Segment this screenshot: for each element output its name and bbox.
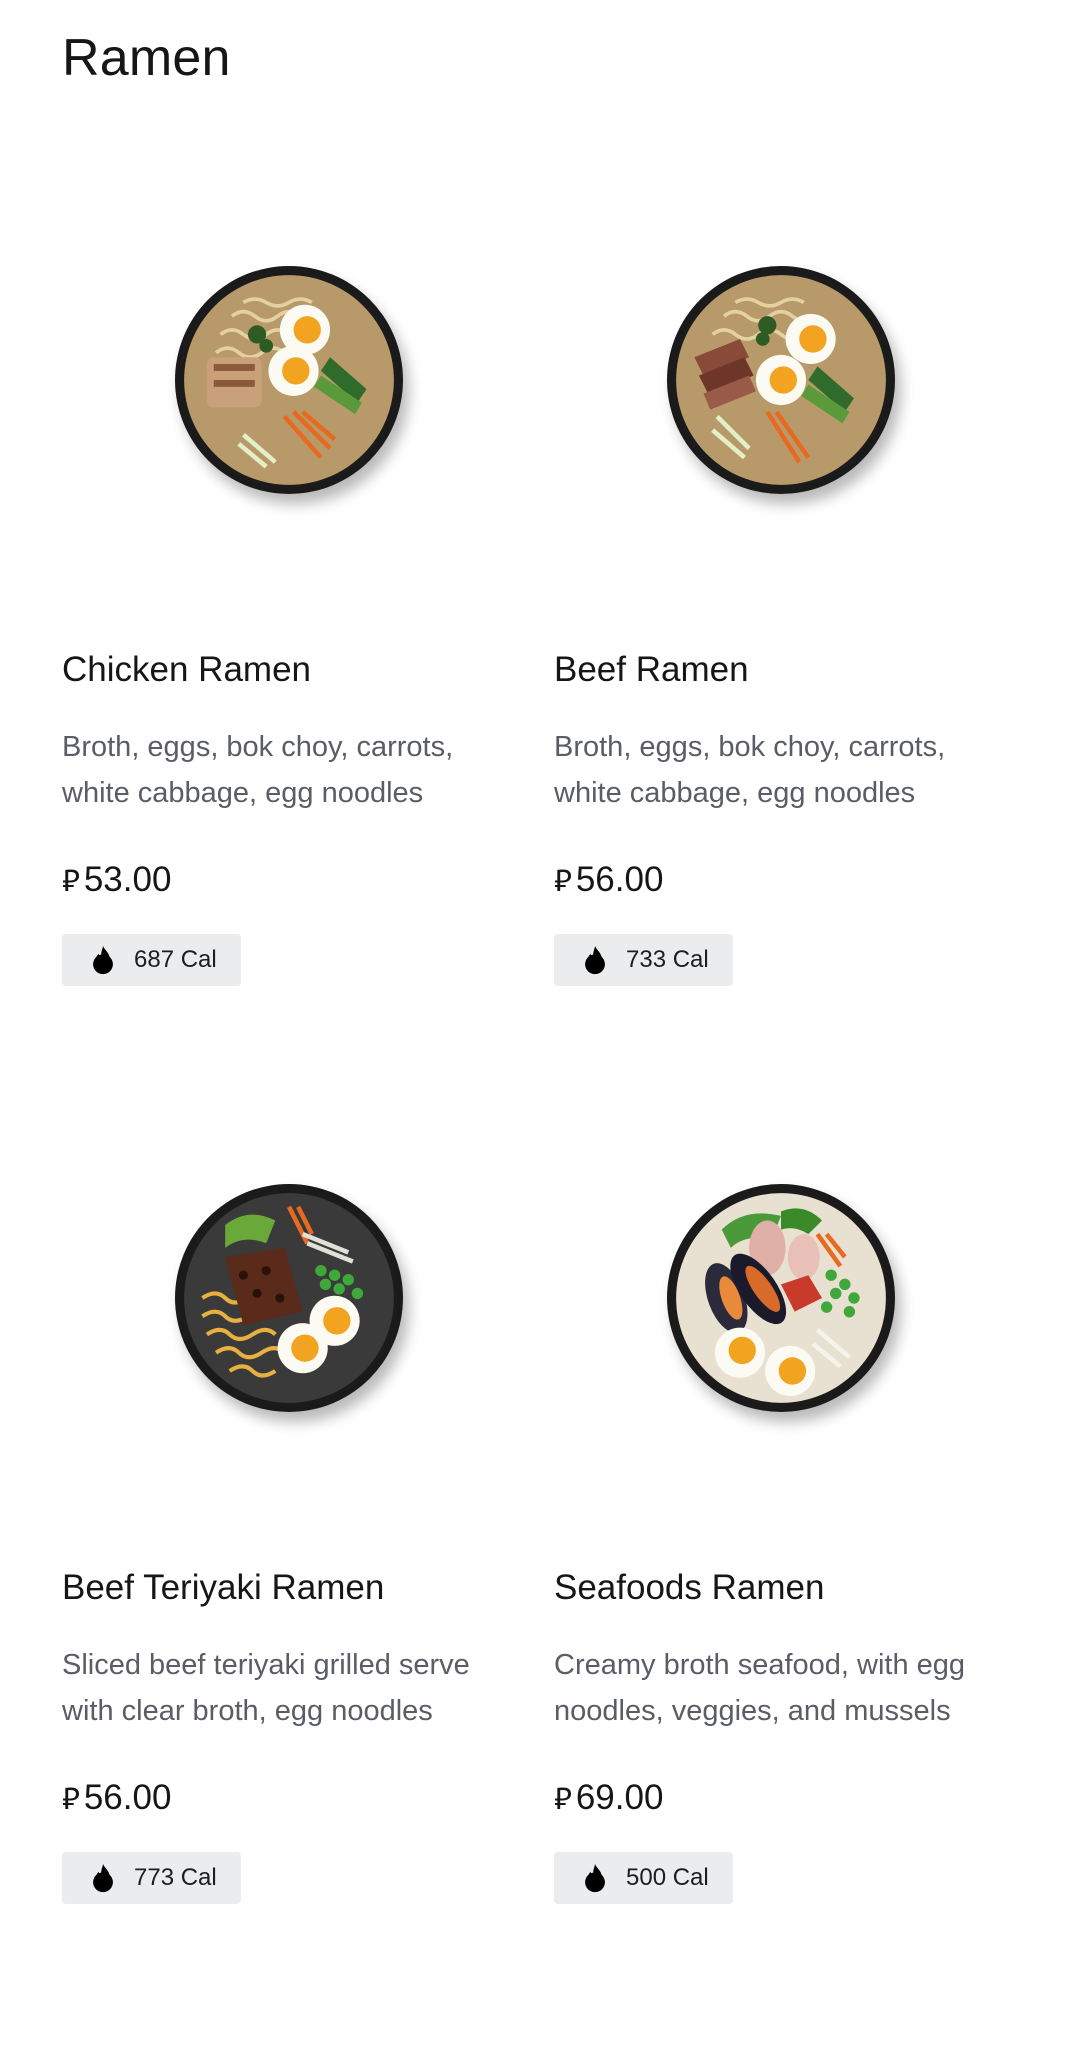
item-price: ⃁ 56.00: [554, 860, 663, 900]
currency-icon: ⃁: [62, 1781, 80, 1817]
menu-grid: Chicken Ramen Broth, eggs, bok choy, car…: [62, 150, 1008, 1986]
seafoods-ramen-bowl-image: [667, 1184, 895, 1412]
flame-icon: [93, 1863, 113, 1893]
flame-icon: [585, 1863, 605, 1893]
item-image[interactable]: [554, 1068, 1008, 1528]
currency-icon: ⃁: [554, 863, 572, 899]
item-image[interactable]: [554, 150, 1008, 610]
calories-badge: 500 Cal: [554, 1852, 733, 1904]
calories-badge: 687 Cal: [62, 934, 241, 986]
menu-page: Ramen Chicken Ramen Broth, eggs, bok cho…: [0, 0, 1070, 2048]
currency-icon: ⃁: [62, 863, 80, 899]
menu-item-card[interactable]: Beef Ramen Broth, eggs, bok choy, carrot…: [554, 150, 1008, 1068]
calories-value: 773 Cal: [134, 1864, 217, 1891]
chicken-ramen-bowl-image: [175, 266, 403, 494]
item-name: Beef Teriyaki Ramen: [62, 1568, 385, 1607]
beef-teriyaki-ramen-bowl-image: [175, 1184, 403, 1412]
flame-icon: [93, 945, 113, 975]
calories-badge: 773 Cal: [62, 1852, 241, 1904]
flame-icon: [585, 945, 605, 975]
currency-icon: ⃁: [554, 1781, 572, 1817]
calories-badge: 733 Cal: [554, 934, 733, 986]
item-description: Broth, eggs, bok choy, carrots, white ca…: [62, 731, 454, 809]
item-price-value: 53.00: [83, 860, 172, 899]
item-name: Chicken Ramen: [62, 650, 311, 689]
menu-item-card[interactable]: Chicken Ramen Broth, eggs, bok choy, car…: [62, 150, 554, 1068]
calories-value: 687 Cal: [134, 946, 217, 973]
section-title: Ramen: [62, 29, 231, 87]
item-price-value: 69.00: [575, 1778, 664, 1817]
beef-ramen-bowl-image: [667, 266, 895, 494]
item-description: Creamy broth seafood, with egg noodles, …: [554, 1649, 966, 1727]
menu-item-card[interactable]: Beef Teriyaki Ramen Sliced beef teriyaki…: [62, 1068, 554, 1986]
item-price: ⃁ 56.00: [62, 1778, 171, 1818]
item-image[interactable]: [62, 150, 516, 610]
item-price-value: 56.00: [83, 1778, 172, 1817]
item-name: Beef Ramen: [554, 650, 749, 689]
item-description: Broth, eggs, bok choy, carrots, white ca…: [554, 731, 946, 809]
item-price: ⃁ 53.00: [62, 860, 171, 900]
item-image[interactable]: [62, 1068, 516, 1528]
calories-value: 733 Cal: [626, 946, 709, 973]
item-description: Sliced beef teriyaki grilled serve with …: [62, 1649, 470, 1727]
calories-value: 500 Cal: [626, 1864, 709, 1891]
item-price-value: 56.00: [575, 860, 664, 899]
item-price: ⃁ 69.00: [554, 1778, 663, 1818]
item-name: Seafoods Ramen: [554, 1568, 825, 1607]
menu-item-card[interactable]: Seafoods Ramen Creamy broth seafood, wit…: [554, 1068, 1008, 1986]
